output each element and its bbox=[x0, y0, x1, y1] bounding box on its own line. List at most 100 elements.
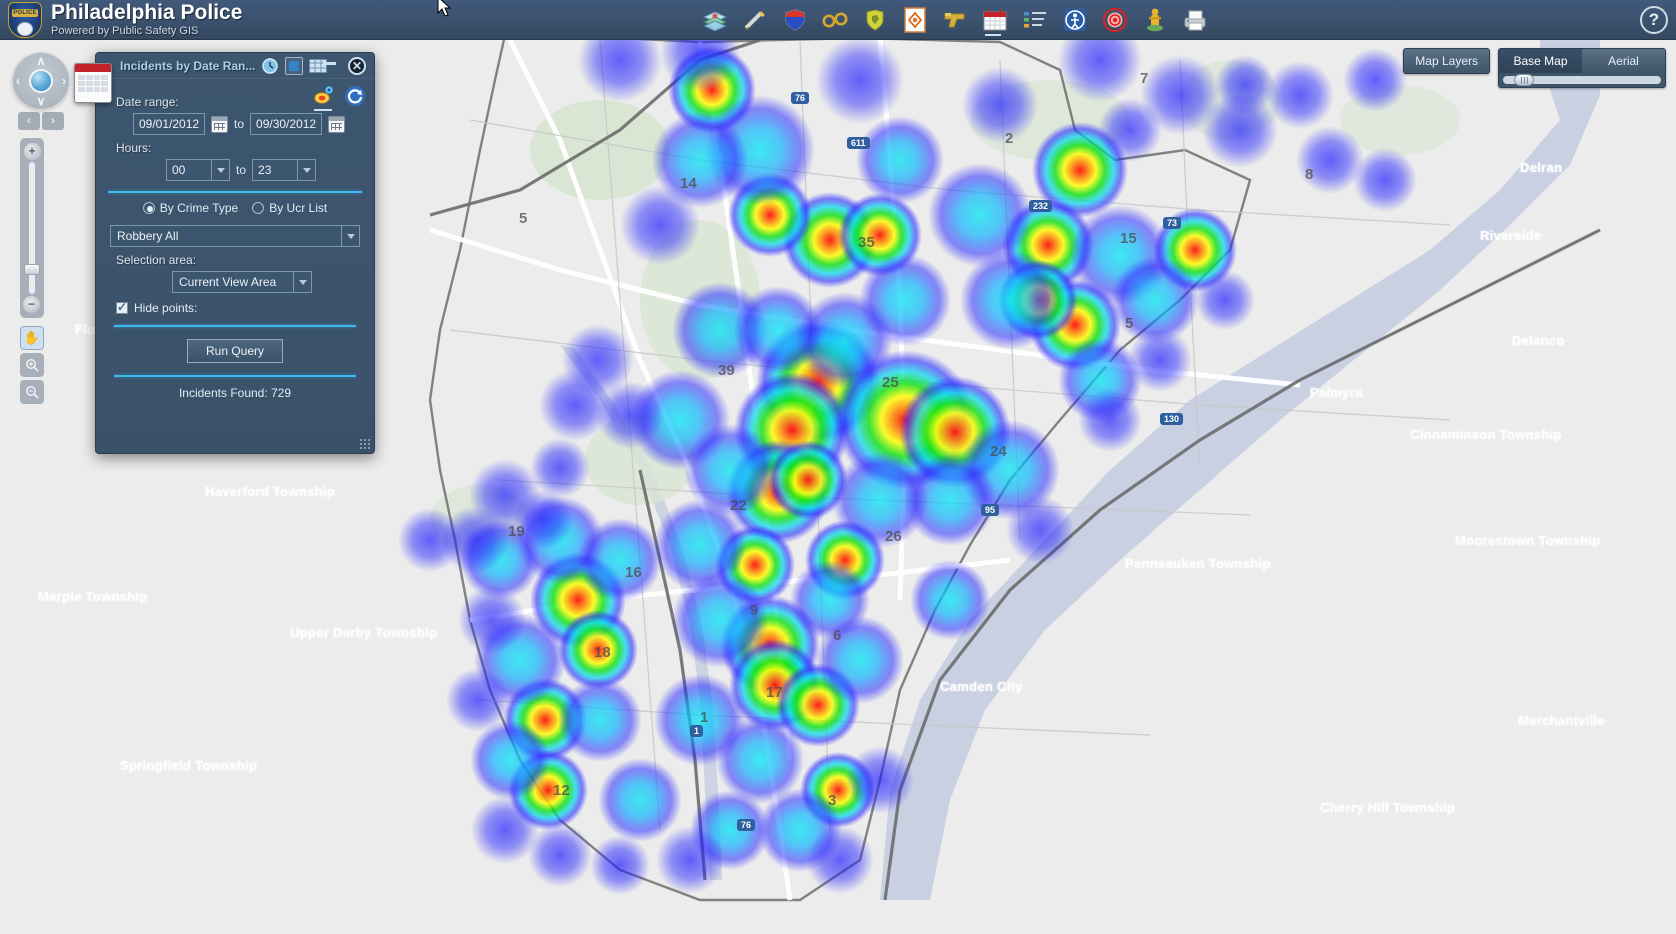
panel-tool-icons bbox=[314, 85, 366, 107]
panel-title-bar[interactable]: Incidents by Date Ran... ✕ bbox=[96, 53, 374, 79]
divider-middle bbox=[114, 325, 356, 327]
radio-dot-crime-type bbox=[143, 202, 155, 214]
radio-label-crime-type: By Crime Type bbox=[160, 201, 238, 215]
hour-from-chevron-down-icon[interactable] bbox=[211, 160, 229, 180]
hour-to-chevron-down-icon[interactable] bbox=[297, 160, 315, 180]
app-subtitle: Powered by Public Safety GIS bbox=[51, 26, 242, 38]
radio-by-ucr-list[interactable]: By Ucr List bbox=[252, 201, 327, 215]
run-query-button[interactable]: Run Query bbox=[187, 339, 283, 363]
hotspot-shield-icon[interactable] bbox=[860, 4, 890, 36]
incidents-found-label: Incidents Found: 729 bbox=[108, 386, 362, 400]
zoom-slider[interactable]: + − bbox=[20, 138, 44, 318]
panel-tool-underline bbox=[314, 109, 332, 111]
refresh-icon[interactable] bbox=[344, 85, 366, 107]
map-layers-button[interactable]: Map Layers bbox=[1403, 48, 1490, 74]
firearm-icon[interactable] bbox=[940, 4, 970, 36]
application-window: Haverford TownshipMarple TownshipUpper D… bbox=[0, 0, 1676, 934]
crime-type-chevron-down-icon[interactable] bbox=[341, 226, 359, 246]
crime-type-select[interactable]: Robbery All bbox=[110, 225, 360, 247]
print-icon[interactable] bbox=[1180, 4, 1210, 36]
zoom-out-button[interactable]: − bbox=[23, 296, 40, 313]
badge-label: POLICE bbox=[9, 10, 41, 16]
base-map-opacity-slider[interactable] bbox=[1499, 73, 1665, 87]
pan-up-button[interactable]: ∧ bbox=[37, 54, 46, 68]
zoom-in-button[interactable]: + bbox=[24, 143, 41, 160]
header-toolbar bbox=[700, 0, 1210, 40]
pan-ring[interactable]: ∧ ∨ ‹ › bbox=[12, 52, 70, 110]
panel-resize-handle[interactable] bbox=[360, 439, 370, 449]
date-from-input[interactable] bbox=[133, 113, 205, 135]
target-icon[interactable] bbox=[1100, 4, 1130, 36]
selection-area-chevron-down-icon[interactable] bbox=[293, 272, 311, 292]
hide-points-label: Hide points: bbox=[134, 301, 197, 315]
police-badge-icon: POLICE bbox=[8, 2, 42, 38]
previous-extent-button[interactable]: ‹ bbox=[18, 112, 40, 130]
list-icon[interactable] bbox=[1020, 4, 1050, 36]
help-button[interactable]: ? bbox=[1640, 6, 1668, 34]
base-map-switcher: Base Map Aerial bbox=[1498, 48, 1666, 88]
hours-row: 00 to 23 bbox=[108, 159, 362, 181]
pan-down-button[interactable]: ∨ bbox=[37, 94, 46, 108]
divider-bottom bbox=[114, 375, 356, 377]
puzzle-icon[interactable] bbox=[285, 57, 303, 75]
radio-dot-ucr-list bbox=[252, 202, 264, 214]
panel-body: Date range: to Hours: 00 to 23 bbox=[96, 79, 374, 400]
hours-to-word: to bbox=[236, 163, 246, 177]
zoom-in-tool-button[interactable] bbox=[20, 353, 44, 377]
hide-points-check-icon bbox=[116, 302, 128, 314]
zoom-slider-thumb[interactable] bbox=[24, 264, 40, 275]
date-range-row: to bbox=[108, 113, 362, 135]
panel-title: Incidents by Date Ran... bbox=[120, 59, 255, 73]
tab-aerial[interactable]: Aerial bbox=[1582, 49, 1665, 73]
selection-area-select[interactable]: Current View Area bbox=[172, 271, 312, 293]
panel-minimize-button[interactable] bbox=[323, 62, 336, 65]
calendar-icon[interactable] bbox=[980, 4, 1010, 36]
hour-from-select[interactable]: 00 bbox=[166, 159, 230, 181]
clock-icon[interactable] bbox=[261, 57, 279, 75]
handcuffs-icon[interactable] bbox=[820, 4, 850, 36]
query-mode-radio-group: By Crime Type By Ucr List bbox=[108, 201, 362, 215]
zoom-out-tool-button[interactable] bbox=[20, 380, 44, 404]
radio-by-crime-type[interactable]: By Crime Type bbox=[143, 201, 238, 215]
app-header: POLICE Philadelphia Police Powered by Pu… bbox=[0, 0, 1676, 40]
recenter-globe-button[interactable] bbox=[29, 69, 53, 93]
map-top-right-controls: Map Layers Base Map Aerial bbox=[1403, 48, 1666, 88]
date-to-input[interactable] bbox=[250, 113, 322, 135]
pedestrian-stop-icon[interactable] bbox=[1060, 4, 1090, 36]
table-icon[interactable] bbox=[309, 57, 327, 75]
radio-label-ucr-list: By Ucr List bbox=[269, 201, 327, 215]
selection-area-value: Current View Area bbox=[173, 272, 293, 292]
active-indicator bbox=[985, 34, 1001, 36]
pan-tool-button[interactable]: ✋ bbox=[20, 326, 44, 350]
hours-label: Hours: bbox=[116, 141, 362, 155]
crosshair-icon[interactable] bbox=[900, 4, 930, 36]
pan-left-button[interactable]: ‹ bbox=[16, 74, 20, 88]
date-from-calendar-button[interactable] bbox=[211, 116, 228, 133]
base-map-tabs: Base Map Aerial bbox=[1499, 49, 1665, 73]
shield-icon[interactable] bbox=[780, 4, 810, 36]
opacity-slider-thumb[interactable] bbox=[1514, 74, 1534, 86]
app-title: Philadelphia Police bbox=[51, 2, 242, 24]
hide-points-checkbox[interactable]: Hide points: bbox=[116, 301, 362, 315]
incidents-by-date-range-panel[interactable]: Incidents by Date Ran... ✕ bbox=[95, 52, 375, 454]
hour-from-value: 00 bbox=[167, 160, 211, 180]
map-layers-icon[interactable] bbox=[700, 4, 730, 36]
hour-to-value: 23 bbox=[253, 160, 297, 180]
map-tool-stack: ✋ bbox=[20, 326, 44, 404]
heatmap-icon[interactable] bbox=[314, 85, 336, 107]
date-to-calendar-button[interactable] bbox=[328, 116, 345, 133]
extent-history-controls: ‹ › bbox=[12, 112, 70, 132]
selection-area-row: Current View Area bbox=[108, 271, 362, 293]
panel-close-button[interactable]: ✕ bbox=[348, 57, 366, 75]
date-to-word: to bbox=[234, 117, 244, 131]
selection-area-label: Selection area: bbox=[116, 253, 362, 267]
divider-top bbox=[108, 191, 362, 193]
measure-tool-icon[interactable] bbox=[740, 4, 770, 36]
next-extent-button[interactable]: › bbox=[42, 112, 64, 130]
hour-to-select[interactable]: 23 bbox=[252, 159, 316, 181]
fire-hydrant-icon[interactable] bbox=[1140, 4, 1170, 36]
map-navigation-controls: ∧ ∨ ‹ › ‹ › + − ✋ bbox=[12, 52, 70, 407]
pan-right-button[interactable]: › bbox=[62, 74, 66, 88]
brand: POLICE Philadelphia Police Powered by Pu… bbox=[8, 2, 242, 38]
tab-base-map[interactable]: Base Map bbox=[1499, 49, 1582, 73]
